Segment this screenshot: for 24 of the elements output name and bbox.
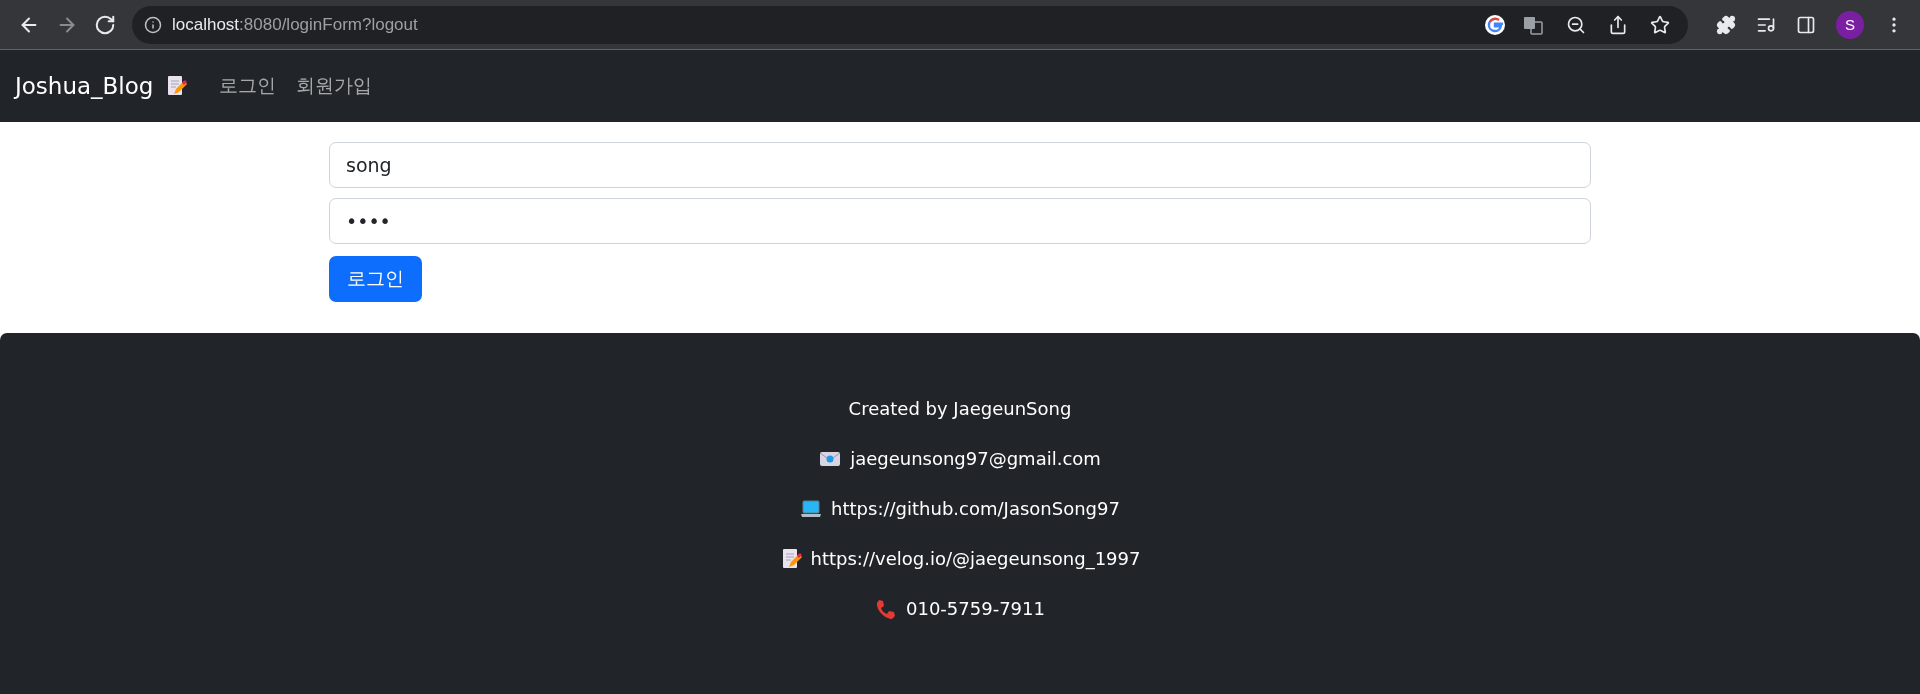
username-field[interactable]: song bbox=[329, 142, 1591, 188]
info-icon[interactable] bbox=[144, 15, 162, 34]
zoom-out-icon[interactable] bbox=[1566, 14, 1586, 35]
phone-icon bbox=[875, 598, 897, 620]
footer-contact: https://github.com/JasonSong97 bbox=[831, 497, 1120, 521]
footer-contact: 010-5759-7911 bbox=[906, 597, 1045, 621]
footer-credit: Created by JaegeunSong bbox=[848, 397, 1072, 421]
footer-contact: jaegeunsong97@gmail.com bbox=[850, 447, 1101, 471]
footer-contact: https://velog.io/@jaegeunsong_1997 bbox=[810, 547, 1141, 571]
password-field[interactable]: •••• bbox=[329, 198, 1591, 244]
puzzle-icon[interactable] bbox=[1716, 14, 1736, 35]
nav-link[interactable]: 로그인 bbox=[209, 73, 287, 99]
google-icon[interactable] bbox=[1484, 13, 1506, 36]
profile-avatar[interactable]: S bbox=[1836, 10, 1864, 39]
star-icon[interactable] bbox=[1650, 14, 1670, 35]
address-bar[interactable]: localhost:8080/loginForm?logout bbox=[132, 5, 1688, 44]
share-icon[interactable] bbox=[1608, 14, 1628, 35]
memo-icon bbox=[165, 75, 188, 97]
laptop-icon bbox=[800, 498, 823, 520]
login-button[interactable]: 로그인 bbox=[329, 256, 422, 302]
brand-link[interactable]: Joshua_Blog bbox=[15, 73, 154, 99]
side-panel-icon[interactable] bbox=[1796, 14, 1816, 35]
nav-link[interactable]: 회원가입 bbox=[286, 73, 383, 99]
url-text: localhost:8080/loginForm?logout bbox=[172, 14, 418, 35]
